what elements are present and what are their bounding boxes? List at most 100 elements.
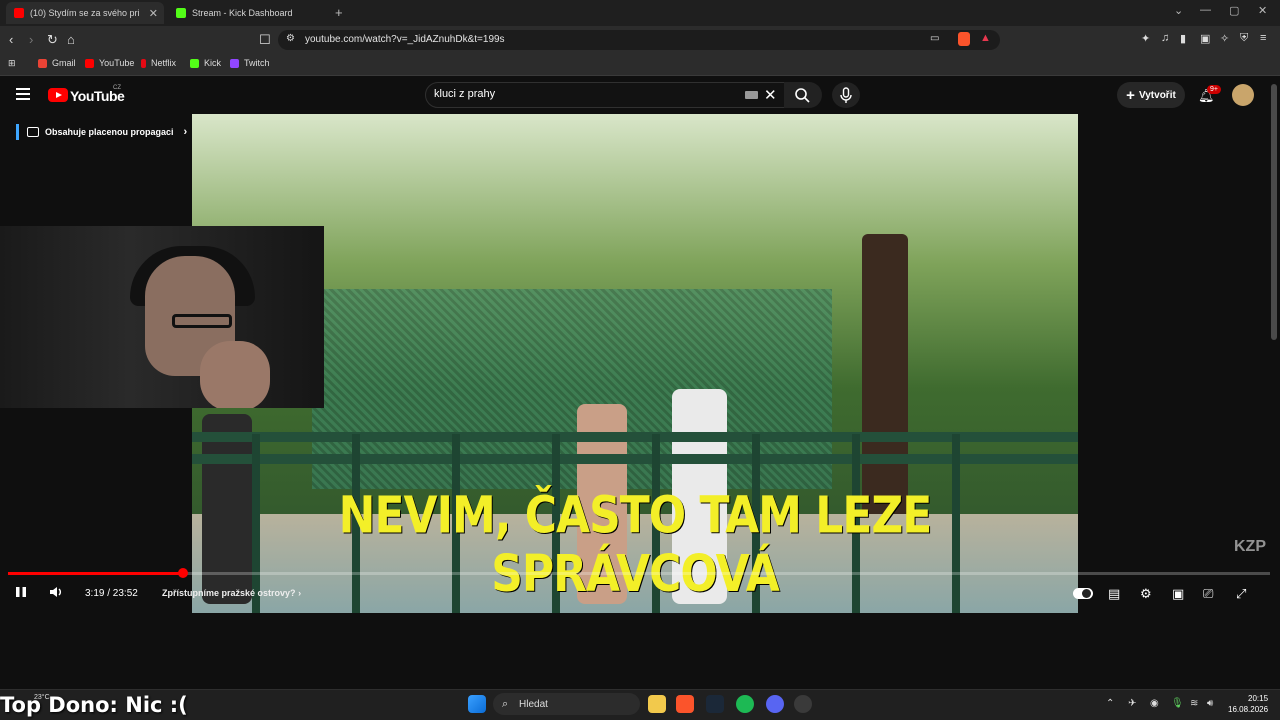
clock-time: 20:15 — [1248, 694, 1269, 703]
cast-button[interactable]: ⎚ — [1203, 586, 1213, 602]
windows-start-icon[interactable] — [468, 695, 486, 713]
tab-youtube[interactable]: (10) Stydím se za svého prim… ✕ — [6, 2, 164, 24]
region-code: CZ — [113, 85, 121, 91]
steam-icon[interactable] — [706, 695, 724, 713]
create-button-label: Vytvořit — [1138, 89, 1176, 101]
home-icon[interactable]: ⌂ — [67, 32, 75, 47]
maximize-icon[interactable]: ▢ — [1229, 4, 1239, 17]
minimize-icon[interactable]: — — [1200, 4, 1211, 16]
gear-icon: ⚙ — [1140, 586, 1152, 601]
close-window-icon[interactable]: ✕ — [1258, 4, 1267, 17]
twitch-icon — [230, 58, 239, 68]
hamburger-menu-icon[interactable] — [16, 88, 30, 100]
tray-discord-icon[interactable]: ◉ — [1150, 698, 1159, 709]
pause-button[interactable] — [14, 585, 28, 602]
settings-button[interactable]: ⚙ — [1140, 586, 1152, 602]
youtube-icon — [85, 58, 94, 68]
chevron-right-icon: › — [183, 126, 188, 138]
taskbar-clock[interactable]: 20:15 16.08.2026 — [1228, 693, 1268, 715]
tab-youtube-label: (10) Stydím se za svého prim… — [30, 8, 140, 18]
bookmark-youtube-label: YouTube — [99, 58, 135, 68]
page-scrollbar[interactable] — [1271, 84, 1277, 340]
autoplay-toggle[interactable] — [1073, 588, 1093, 599]
bookmark-icon[interactable]: ☐ — [259, 32, 271, 48]
wifi-icon[interactable]: ≋ — [1190, 698, 1198, 709]
progress-scrubber[interactable] — [178, 568, 189, 578]
search-button[interactable] — [784, 82, 822, 108]
keyboard-icon[interactable] — [745, 91, 758, 99]
tray-chevron-up-icon[interactable]: ⌃ — [1106, 698, 1114, 709]
create-button[interactable]: + Vytvořit — [1117, 82, 1185, 108]
progress-bar[interactable] — [8, 572, 1270, 575]
bookmark-netflix[interactable]: Netflix — [141, 58, 176, 68]
netflix-icon — [141, 58, 146, 68]
brave-browser-icon[interactable] — [676, 695, 694, 713]
youtube-logo-icon[interactable] — [48, 88, 68, 102]
taskbar-search[interactable]: ⌕ Hledat — [493, 693, 640, 715]
bookmark-twitch[interactable]: Twitch — [230, 58, 270, 68]
bookmark-youtube[interactable]: YouTube — [85, 58, 134, 68]
reload-icon[interactable]: ↻ — [47, 32, 58, 48]
close-tab-icon[interactable]: ✕ — [149, 7, 158, 20]
windows-taskbar — [0, 689, 1280, 720]
volume-icon — [50, 587, 61, 597]
bookmark-gmail[interactable]: Gmail — [38, 58, 76, 68]
spotify-icon[interactable] — [736, 695, 754, 713]
miniplayer-icon: ▣ — [1172, 586, 1185, 601]
video-subtitle: NEVIM, ČASTO TAM LEZE SPRÁVCOVÁ — [338, 486, 933, 604]
tray-app-icon[interactable]: ✈ — [1128, 698, 1136, 709]
chapter-chevron-icon: › — [298, 588, 302, 598]
channel-watermark: KZP — [1234, 538, 1266, 555]
bookmark-twitch-label: Twitch — [244, 58, 270, 68]
vpn-icon[interactable]: ⛨ — [1240, 32, 1248, 45]
media-control-icon[interactable]: ♫ — [1161, 32, 1169, 44]
wallet-icon[interactable]: ▣ — [1200, 32, 1210, 45]
kick-icon — [190, 58, 199, 68]
file-explorer-icon[interactable] — [648, 695, 666, 713]
gmail-icon — [38, 58, 47, 68]
speaker-icon[interactable]: 🔊︎ — [1207, 698, 1213, 709]
volume-button[interactable] — [48, 585, 66, 602]
address-url: youtube.com/watch?v=_JidAZnuhDk&t=199s — [305, 34, 505, 45]
back-icon[interactable]: ‹ — [9, 32, 13, 47]
brave-shields-icon[interactable] — [958, 32, 970, 46]
tab-kick-label: Stream - Kick Dashboard — [192, 8, 293, 18]
tab-kick[interactable]: Stream - Kick Dashboard — [168, 2, 332, 24]
notification-badge: 9+ — [1207, 85, 1221, 94]
video-player[interactable]: NEVIM, ČASTO TAM LEZE SPRÁVCOVÁ — [192, 114, 1078, 613]
fullscreen-icon: ⤢ — [1236, 586, 1247, 601]
taskbar-search-icon: ⌕ — [502, 697, 509, 710]
miniplayer-button[interactable]: ▣ — [1172, 586, 1184, 602]
time-display: 3:19 / 23:52 — [85, 588, 138, 599]
search-icon — [795, 88, 810, 103]
brave-rewards-icon[interactable]: ▲ — [980, 32, 991, 44]
youtube-favicon-icon — [14, 8, 24, 18]
clear-search-icon[interactable]: ✕ — [764, 86, 777, 104]
new-tab-icon[interactable]: + — [335, 5, 343, 20]
tray-microphone-icon[interactable]: 🎙︎ — [1171, 698, 1184, 709]
paid-promotion-notice[interactable]: Obsahuje placenou propagaci › — [16, 124, 187, 140]
cast-page-icon[interactable]: ▭ — [930, 33, 939, 44]
site-info-icon[interactable]: ⚙ — [286, 33, 295, 44]
leo-ai-icon[interactable]: ✧ — [1220, 32, 1229, 45]
browser-menu-icon[interactable]: ≡ — [1260, 32, 1266, 44]
bookmark-gmail-label: Gmail — [52, 58, 76, 68]
subtitles-button[interactable]: ▤ — [1108, 586, 1120, 602]
bookmark-kick[interactable]: Kick — [190, 58, 221, 68]
subtitles-icon: ▤ — [1108, 586, 1121, 601]
avatar[interactable] — [1232, 84, 1254, 106]
chapter-title[interactable]: Zpřístupníme pražské ostrovy? › — [162, 588, 301, 598]
search-input[interactable] — [434, 88, 734, 100]
webcam-glasses — [172, 314, 232, 328]
plus-icon: + — [1126, 86, 1135, 104]
extensions-icon[interactable]: ✦ — [1141, 32, 1150, 45]
obs-icon[interactable] — [794, 695, 812, 713]
fullscreen-button[interactable]: ⤢ — [1236, 586, 1246, 602]
sidebar-icon[interactable]: ▮ — [1180, 32, 1186, 45]
apps-grid-icon[interactable]: ⊞ — [8, 58, 16, 69]
voice-search-button[interactable] — [832, 82, 860, 108]
discord-icon[interactable] — [766, 695, 784, 713]
top-donation-overlay: Top Dono: Nic :( — [0, 693, 188, 717]
forward-icon[interactable]: › — [29, 32, 33, 47]
tab-search-chevron-icon[interactable]: ⌄ — [1174, 4, 1183, 17]
